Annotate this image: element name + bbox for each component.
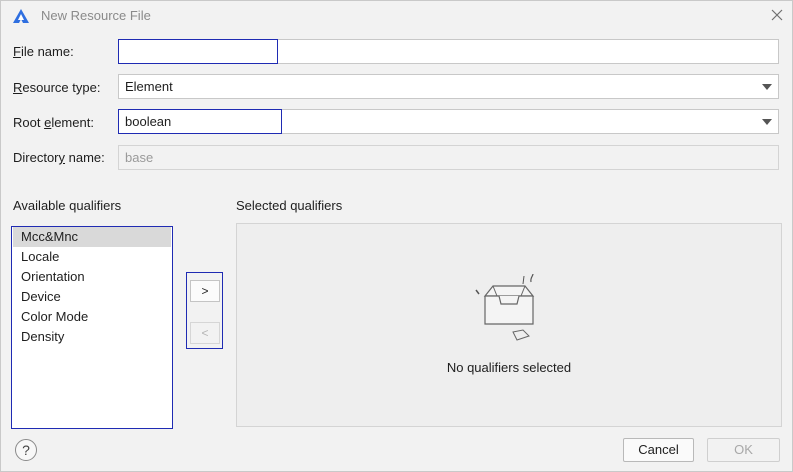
root-element-label-rest: lement: bbox=[51, 115, 94, 130]
empty-inbox-icon bbox=[475, 274, 535, 341]
qualifier-move-buttons: > < bbox=[186, 272, 223, 349]
available-qualifiers-list[interactable]: Mcc&Mnc Locale Orientation Device Color … bbox=[11, 226, 173, 429]
root-element-label-prefix: Root bbox=[13, 115, 45, 130]
root-element-value: boolean bbox=[125, 114, 172, 129]
file-name-label: File name: bbox=[13, 44, 74, 59]
available-qualifiers-label: Available qualifiers bbox=[13, 198, 122, 213]
file-name-input[interactable] bbox=[118, 39, 779, 64]
qualifier-item-orientation[interactable]: Orientation bbox=[13, 267, 171, 287]
close-icon[interactable] bbox=[769, 7, 785, 23]
root-element-select[interactable]: boolean bbox=[118, 109, 779, 134]
ide-logo-icon bbox=[13, 9, 29, 23]
title-bar: New Resource File bbox=[1, 1, 792, 31]
remove-qualifier-button[interactable]: < bbox=[190, 322, 220, 344]
ok-button[interactable]: OK bbox=[707, 438, 780, 462]
directory-name-label-rest: name: bbox=[65, 150, 105, 165]
cancel-button[interactable]: Cancel bbox=[623, 438, 694, 462]
help-button[interactable]: ? bbox=[15, 439, 37, 461]
new-resource-file-dialog: New Resource File File name: Resource ty… bbox=[0, 0, 793, 472]
file-name-focus-outline bbox=[118, 39, 278, 64]
directory-name-label-prefix: Director bbox=[13, 150, 59, 165]
root-element-label: Root element: bbox=[13, 115, 94, 130]
qualifier-item-color-mode[interactable]: Color Mode bbox=[13, 307, 171, 327]
file-name-label-mnemonic: F bbox=[13, 44, 21, 59]
qualifier-item-device[interactable]: Device bbox=[13, 287, 171, 307]
resource-type-label: Resource type: bbox=[13, 80, 100, 95]
empty-state-text: No qualifiers selected bbox=[446, 360, 572, 375]
selected-qualifiers-label: Selected qualifiers bbox=[236, 198, 343, 213]
qualifier-item-density[interactable]: Density bbox=[13, 327, 171, 347]
directory-name-value: base bbox=[125, 150, 154, 165]
directory-name-label: Directory name: bbox=[13, 150, 105, 165]
resource-type-label-rest: esource type: bbox=[22, 80, 101, 95]
resource-type-label-mnemonic: R bbox=[13, 80, 23, 95]
add-qualifier-button[interactable]: > bbox=[190, 280, 220, 302]
window-title: New Resource File bbox=[41, 8, 151, 23]
chevron-down-icon bbox=[762, 84, 772, 90]
resource-type-select[interactable]: Element bbox=[118, 74, 779, 99]
qualifier-item-mcc-mnc[interactable]: Mcc&Mnc bbox=[13, 227, 171, 247]
selected-qualifiers-panel: No qualifiers selected bbox=[236, 223, 782, 427]
qualifier-item-locale[interactable]: Locale bbox=[13, 247, 171, 267]
resource-type-value: Element bbox=[125, 79, 173, 94]
directory-name-input: base bbox=[118, 145, 779, 170]
file-name-label-rest: ile name: bbox=[20, 44, 74, 59]
chevron-down-icon bbox=[762, 119, 772, 125]
